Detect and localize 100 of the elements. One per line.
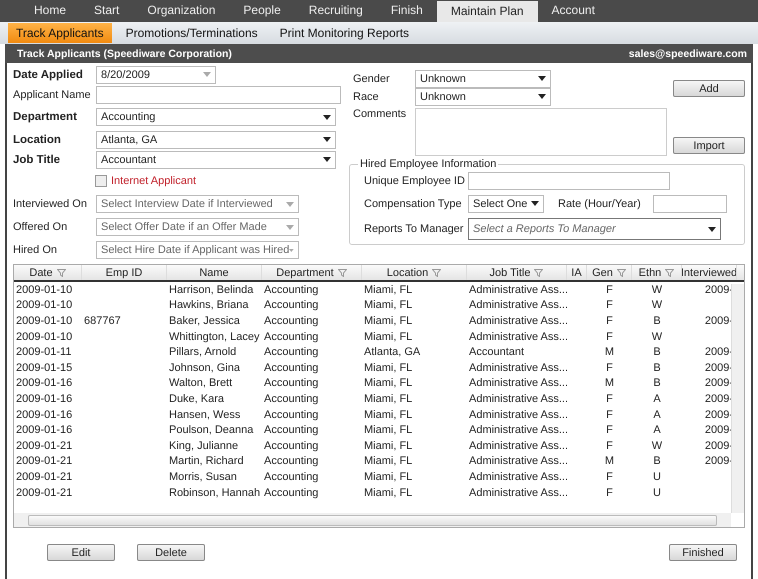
nav-tab[interactable]: Recruiting (294, 0, 377, 22)
column-header[interactable]: Emp ID (82, 265, 167, 280)
sub-tab[interactable]: Promotions/Terminations (118, 23, 266, 43)
select-field[interactable]: Unknown (415, 88, 551, 106)
table-cell-text: 2009- (704, 284, 734, 296)
table-cell-text: Robinson, Hannah (168, 486, 262, 499)
nav-tab[interactable]: Finish (376, 0, 437, 22)
edit-button[interactable]: Edit (47, 544, 115, 561)
table-cell-text: W (650, 284, 664, 296)
table-cell-text: Administrative Ass... (468, 470, 567, 483)
scroll-thumb[interactable] (28, 514, 717, 526)
finished-button[interactable]: Finished (669, 544, 737, 561)
table-cell-text: F (605, 362, 614, 374)
table-cell-text: Harrison, Belinda (168, 284, 254, 296)
select-field[interactable]: Unknown (415, 70, 551, 88)
nav-tab[interactable]: Home (20, 0, 80, 22)
select-field[interactable]: Atlanta, GA (96, 130, 336, 148)
field-label: Rate (Hour/Year) (558, 198, 642, 210)
table-cell-text: Whittington, Lacey (168, 330, 260, 343)
nav-tab[interactable]: People (229, 0, 295, 22)
nav-tab[interactable]: Organization (133, 0, 230, 22)
sub-tab[interactable]: Print Monitoring Reports (272, 23, 418, 43)
date-field[interactable]: 8/20/2009 (96, 66, 216, 84)
dropdown-arrow-icon (323, 157, 331, 162)
filter-icon[interactable] (665, 268, 674, 276)
comments-field[interactable] (415, 108, 667, 156)
column-header[interactable]: Gen (587, 265, 632, 280)
table-cell-text: F (605, 408, 614, 421)
date-picker[interactable]: Select Offer Date if an Offer Made (96, 218, 299, 236)
table-cell-text: Miami, FL (363, 299, 414, 312)
field-label: Job Title (13, 154, 62, 166)
dropdown-arrow-icon (323, 137, 331, 142)
select-field[interactable]: Accounting (96, 108, 336, 126)
text-field[interactable] (468, 172, 670, 190)
table-cell-text: Accounting (263, 470, 320, 483)
table-cell-text: Administrative Ass... (468, 455, 567, 468)
table-cell-text: Pillars, Arnold (168, 346, 238, 358)
table-cell-text: Administrative Ass... (468, 299, 567, 312)
column-header[interactable]: Job Title (467, 265, 567, 280)
import-button[interactable]: Import (673, 137, 745, 154)
select-field[interactable]: Accountant (96, 150, 336, 168)
nav-tab[interactable]: Maintain Plan (436, 1, 538, 22)
table-cell-text: Miami, FL (363, 440, 414, 452)
table-cell-text: 2009-01-21 (15, 470, 74, 483)
vertical-scrollbar[interactable] (731, 284, 744, 513)
sub-tab[interactable]: Track Applicants (8, 23, 112, 43)
field-label: Gender (353, 72, 391, 84)
add-button[interactable]: Add (673, 80, 745, 97)
table-cell-text: Miami, FL (363, 362, 414, 374)
table-cell-text: F (605, 470, 614, 483)
field-label: Applicant Name (13, 88, 92, 100)
horizontal-scrollbar[interactable] (14, 513, 731, 527)
field-label: Date Applied (13, 68, 84, 80)
table-cell-text: Miami, FL (363, 486, 414, 499)
filter-icon[interactable] (56, 268, 66, 276)
date-picker[interactable]: Select Interview Date if Interviewed (96, 195, 299, 213)
table-cell-text: B (652, 346, 662, 358)
filter-icon[interactable] (616, 268, 626, 276)
filter-icon[interactable] (432, 268, 442, 276)
table-cell-text: Accounting (263, 392, 320, 405)
table-cell-text: 2009- (704, 455, 734, 468)
table-cell-text: Administrative Ass... (468, 362, 567, 374)
table-cell-text: Miami, FL (363, 392, 414, 405)
column-header[interactable]: Name (167, 265, 262, 280)
table-cell-text: Baker, Jessica (168, 314, 241, 327)
select-field[interactable]: Select One (468, 194, 544, 212)
checkbox[interactable] (95, 175, 107, 187)
table-cell-text: Miami, FL (363, 424, 414, 436)
table-cell-text: M (604, 346, 616, 358)
column-header[interactable]: Location (362, 265, 467, 280)
column-header[interactable]: Ethn (632, 265, 682, 280)
column-header[interactable]: IA (567, 265, 587, 280)
table-cell-text: 2009- (704, 377, 734, 390)
table-cell-text: Administrative Ass... (468, 408, 567, 421)
table-cell-text: M (604, 377, 616, 390)
table-cell-text: Morris, Susan (168, 470, 238, 483)
date-picker[interactable]: Select Hire Date if Applicant was Hired (96, 241, 299, 259)
text-field[interactable] (96, 86, 341, 104)
column-header[interactable]: Department (262, 265, 362, 280)
text-field[interactable] (653, 194, 727, 212)
dropdown-arrow-icon (538, 76, 546, 81)
column-header[interactable]: Date (14, 265, 82, 280)
table-cell-text: Accounting (263, 299, 320, 312)
table-cell-text: Miami, FL (363, 284, 414, 296)
filter-icon[interactable] (534, 268, 544, 276)
filter-icon[interactable] (338, 268, 347, 276)
table-cell-text: 2009-01-11 (15, 346, 72, 358)
delete-button[interactable]: Delete (137, 544, 205, 561)
select-field[interactable]: Select a Reports To Manager (468, 218, 721, 240)
nav-tab[interactable]: Account (538, 0, 609, 22)
table-cell-text: 2009-01-10 (15, 284, 74, 296)
table-cell-text: Miami, FL (363, 377, 414, 390)
panel-legend: Hired Employee Information (358, 158, 498, 170)
field-label: Department (13, 111, 78, 123)
table-cell-text: 2009- (704, 314, 734, 327)
table-cell-text: B (652, 314, 662, 327)
dropdown-arrow-icon (289, 248, 294, 252)
nav-tab[interactable]: Start (80, 0, 134, 22)
table-cell-text: W (650, 330, 664, 343)
table-cell-text: Administrative Ass... (468, 424, 567, 436)
